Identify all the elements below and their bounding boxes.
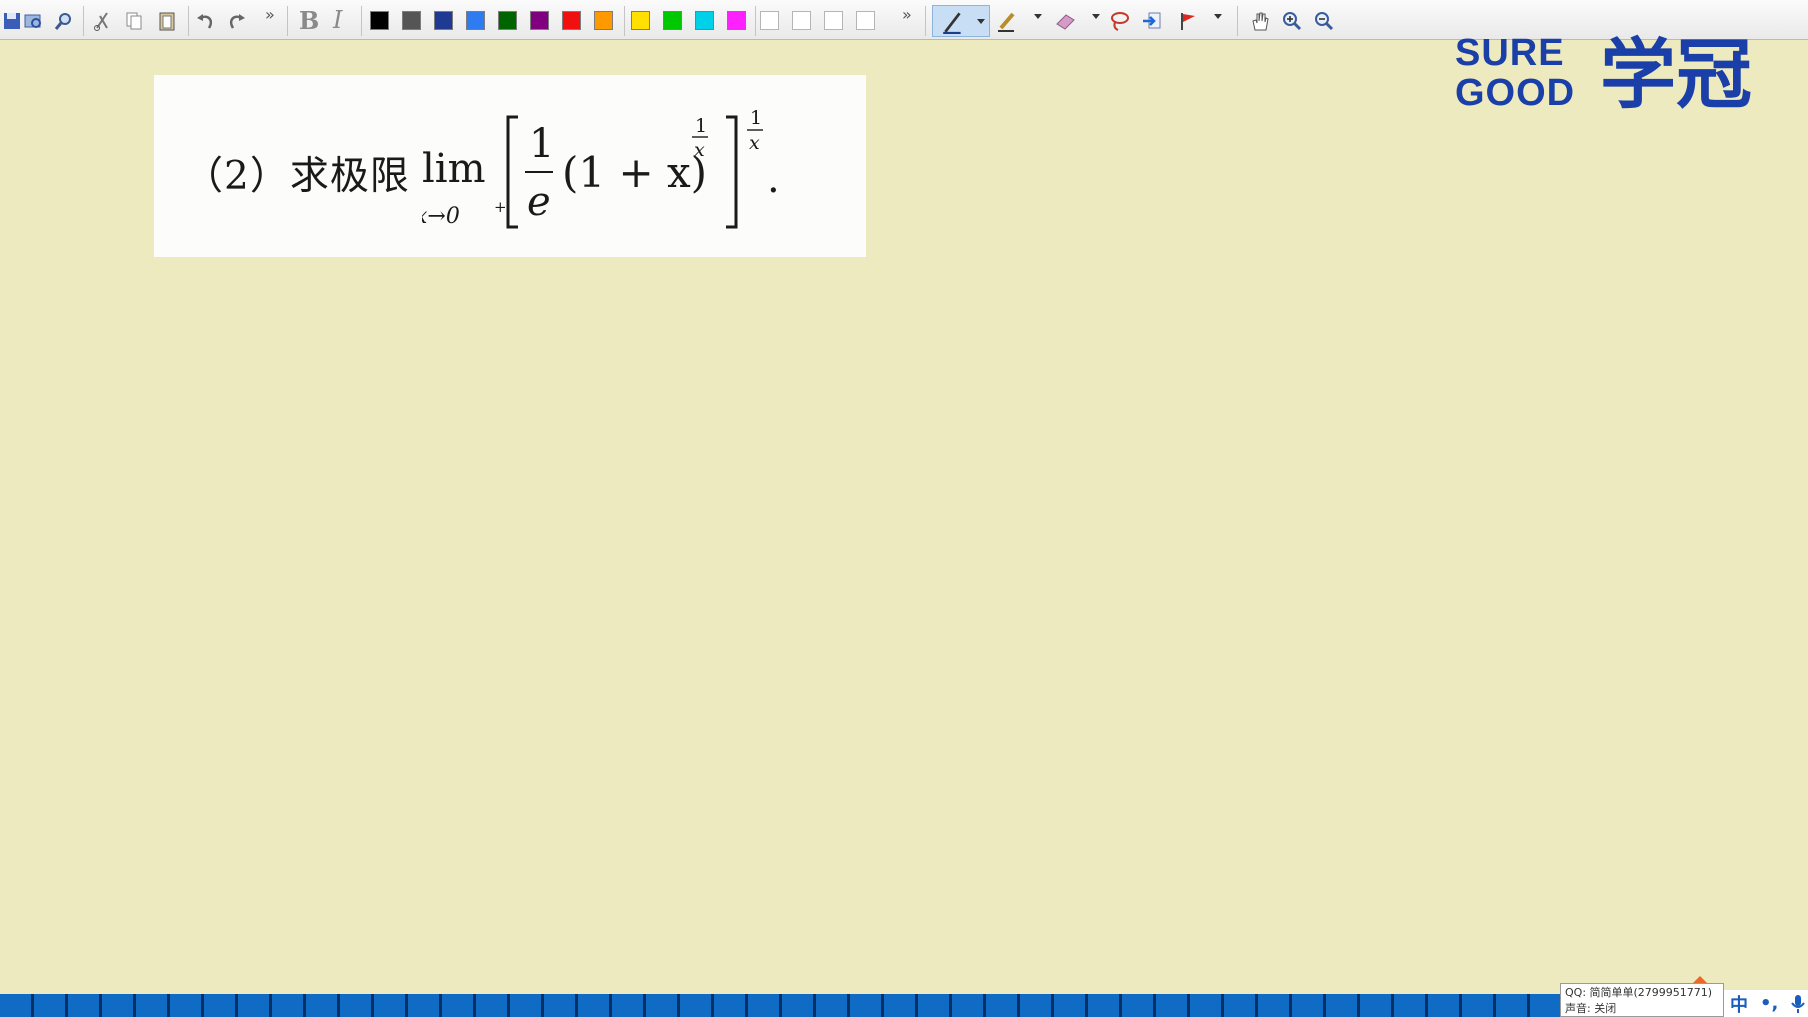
custom-color-slot[interactable] bbox=[824, 11, 843, 30]
color-swatch[interactable] bbox=[402, 11, 421, 30]
color-swatch[interactable] bbox=[562, 11, 581, 30]
eraser-icon[interactable] bbox=[1052, 8, 1078, 34]
left-bracket bbox=[506, 115, 518, 229]
sound-status-text: 声音: 关闭 bbox=[1565, 1002, 1617, 1015]
toolbar-separator bbox=[361, 6, 362, 36]
flag-dropdown-icon[interactable] bbox=[1214, 14, 1222, 19]
overflow-chevron-icon[interactable]: » bbox=[902, 5, 912, 24]
color-swatch[interactable] bbox=[695, 11, 714, 30]
toolbar-separator bbox=[188, 6, 189, 36]
paste-icon[interactable] bbox=[154, 8, 180, 34]
eraser-dropdown-icon[interactable] bbox=[1092, 14, 1100, 19]
color-swatch[interactable] bbox=[530, 11, 549, 30]
microphone-icon[interactable] bbox=[1790, 994, 1806, 1014]
zoom-out-icon[interactable] bbox=[1311, 8, 1337, 34]
pen-icon bbox=[943, 12, 961, 34]
question-label: （2）求极限 bbox=[184, 154, 410, 199]
toolbar-separator bbox=[83, 6, 84, 36]
bold-button[interactable]: B bbox=[299, 6, 319, 35]
color-swatch[interactable] bbox=[631, 11, 650, 30]
italic-button[interactable]: I bbox=[333, 6, 342, 34]
lim-operator: lim bbox=[422, 146, 486, 192]
color-swatch[interactable] bbox=[727, 11, 746, 30]
pen-dropdown-icon[interactable] bbox=[977, 19, 985, 24]
question-card: （2）求极限 lim x→0 + 1 e (1 + x) 1 x 1 x . bbox=[154, 75, 866, 257]
flag-icon[interactable] bbox=[1175, 8, 1201, 34]
outer-exponent-numerator: 1 bbox=[750, 107, 762, 129]
pen-tool-button[interactable] bbox=[932, 5, 990, 37]
custom-color-slot[interactable] bbox=[760, 11, 779, 30]
toolbar-separator bbox=[287, 6, 288, 36]
paren-expression: (1 + x) bbox=[562, 148, 707, 197]
hand-icon[interactable] bbox=[1247, 8, 1273, 34]
find-icon[interactable] bbox=[51, 8, 77, 34]
qq-contact-text: QQ: 简简单单(2799951771) bbox=[1565, 986, 1713, 999]
undo-icon[interactable] bbox=[192, 8, 218, 34]
outer-exponent-denominator: x bbox=[749, 132, 760, 154]
limit-subscript: x→0 bbox=[422, 204, 460, 229]
right-bracket bbox=[726, 115, 738, 229]
highlighter-dropdown-icon[interactable] bbox=[1034, 14, 1042, 19]
overflow-chevron-icon[interactable]: » bbox=[265, 5, 275, 24]
redo-icon[interactable] bbox=[224, 8, 250, 34]
cut-icon[interactable] bbox=[89, 8, 115, 34]
limit-formula: lim x→0 + 1 e (1 + x) 1 x 1 x . bbox=[422, 107, 780, 229]
custom-color-slot[interactable] bbox=[856, 11, 875, 30]
fraction-numerator: 1 bbox=[529, 121, 554, 167]
fraction-denominator: e bbox=[527, 179, 551, 225]
color-swatch[interactable] bbox=[498, 11, 517, 30]
custom-color-slot[interactable] bbox=[792, 11, 811, 30]
color-swatch[interactable] bbox=[663, 11, 682, 30]
limit-subscript-sup: + bbox=[494, 198, 507, 216]
toolbar-separator bbox=[925, 6, 926, 36]
ime-language-label[interactable]: 中 bbox=[1730, 991, 1748, 1017]
ime-punctuation-label[interactable]: •, bbox=[1760, 993, 1778, 1014]
toolbar-separator bbox=[624, 6, 625, 36]
color-swatch[interactable] bbox=[466, 11, 485, 30]
color-swatch[interactable] bbox=[594, 11, 613, 30]
open-icon[interactable] bbox=[20, 8, 46, 34]
toolbar-separator bbox=[1237, 6, 1238, 36]
color-swatch[interactable] bbox=[370, 11, 389, 30]
color-swatch[interactable] bbox=[434, 11, 453, 30]
formula-period: . bbox=[767, 156, 780, 202]
toolbar-separator bbox=[755, 6, 756, 36]
inner-exponent-numerator: 1 bbox=[695, 115, 707, 137]
suregood-logo: SURE GOOD 学冠 bbox=[1455, 33, 1752, 117]
zoom-in-icon[interactable] bbox=[1279, 8, 1305, 34]
taskbar-strip bbox=[0, 994, 1560, 1017]
qq-status-box: QQ: 简简单单(2799951771) 声音: 关闭 bbox=[1560, 983, 1724, 1017]
lasso-icon[interactable] bbox=[1107, 8, 1133, 34]
ime-indicator[interactable]: 中 •, bbox=[1724, 990, 1808, 1017]
highlighter-icon[interactable] bbox=[994, 8, 1020, 34]
copy-icon[interactable] bbox=[121, 8, 147, 34]
inner-exponent-denominator: x bbox=[694, 139, 705, 161]
logo-chinese: 学冠 bbox=[1600, 33, 1752, 117]
logo-line1: SURE bbox=[1455, 33, 1565, 74]
logo-line2: GOOD bbox=[1455, 72, 1575, 114]
insert-icon[interactable] bbox=[1139, 8, 1165, 34]
